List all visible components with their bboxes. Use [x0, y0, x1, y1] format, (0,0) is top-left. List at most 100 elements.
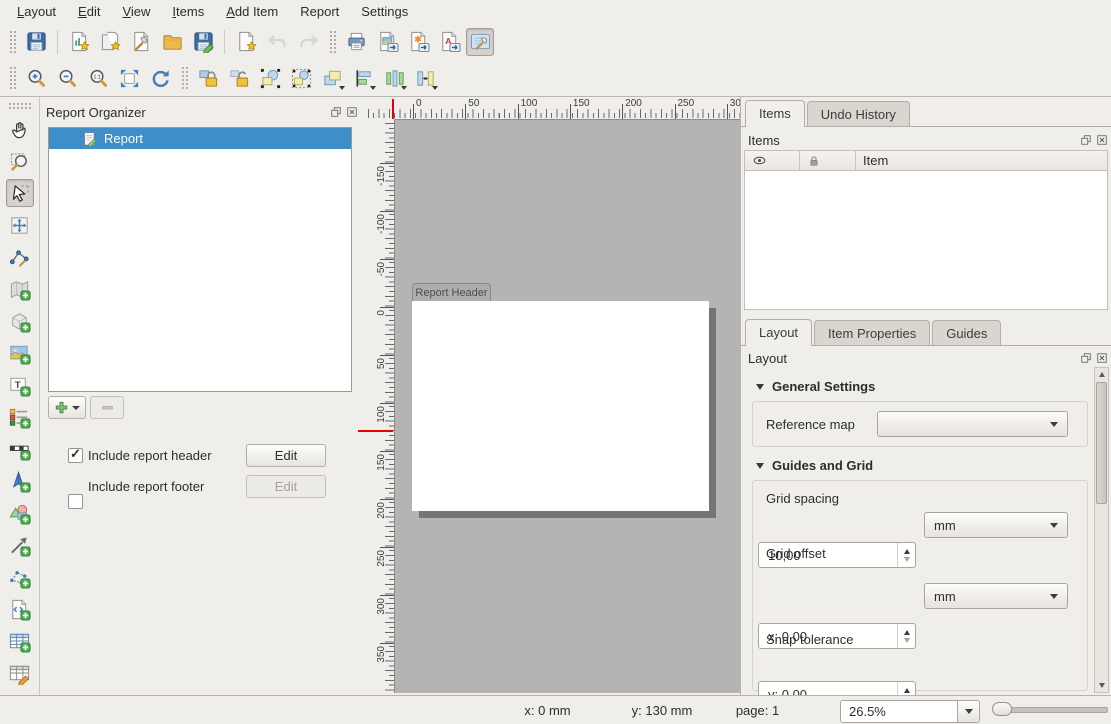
ruler-tick — [413, 104, 414, 119]
scroll-up-arrow[interactable] — [1095, 368, 1108, 381]
tab-undo-history[interactable]: Undo History — [807, 101, 910, 126]
add-legend-button[interactable] — [6, 403, 34, 431]
report-tree[interactable]: Report — [48, 127, 352, 392]
pan-layout-button[interactable] — [6, 115, 34, 143]
add-3d-map-button[interactable] — [6, 307, 34, 335]
distribute-items-button[interactable] — [380, 64, 408, 92]
tab-layout[interactable]: Layout — [745, 319, 812, 346]
report-page[interactable] — [412, 301, 709, 511]
zoom-in-button[interactable] — [22, 64, 50, 92]
add-label-button[interactable]: T — [6, 371, 34, 399]
add-arrow-button[interactable] — [6, 531, 34, 559]
print-button[interactable] — [342, 28, 370, 56]
spin-arrows[interactable] — [897, 624, 915, 648]
save-as-template-button[interactable] — [189, 28, 217, 56]
refresh-view-button[interactable] — [146, 64, 174, 92]
close-panel-icon[interactable] — [1095, 134, 1108, 147]
edit-header-button[interactable]: Edit — [246, 444, 326, 467]
zoom-combo-dropdown-button[interactable] — [957, 701, 979, 722]
export-as-svg-button[interactable] — [404, 28, 432, 56]
float-panel-icon[interactable] — [1079, 134, 1092, 147]
menu-settings[interactable]: Settings — [350, 1, 419, 22]
toolbar-grip[interactable] — [328, 29, 336, 55]
zoom-level-combo[interactable]: 26.5% — [840, 700, 980, 723]
edit-nodes-item-button[interactable] — [6, 243, 34, 271]
add-north-arrow-button[interactable] — [6, 467, 34, 495]
open-template-button[interactable] — [158, 28, 186, 56]
close-panel-icon[interactable] — [1095, 352, 1108, 365]
zoom-full-button[interactable] — [115, 64, 143, 92]
export-as-image-button[interactable] — [373, 28, 401, 56]
add-attribute-table-button[interactable] — [6, 627, 34, 655]
scroll-down-arrow[interactable] — [1095, 679, 1108, 692]
tree-row-report[interactable]: Report — [49, 128, 351, 149]
ungroup-items-button[interactable] — [287, 64, 315, 92]
layout-panel-scrollbar[interactable] — [1094, 367, 1109, 693]
move-item-content-button[interactable] — [6, 211, 34, 239]
spin-arrows[interactable] — [897, 543, 915, 567]
export-as-pdf-button[interactable]: A — [435, 28, 463, 56]
group-items-button[interactable] — [256, 64, 284, 92]
float-panel-icon[interactable] — [1079, 352, 1092, 365]
toolbar-grip[interactable] — [180, 65, 188, 91]
ruler-tick — [675, 104, 676, 119]
zoom-slider-handle[interactable] — [992, 702, 1012, 716]
layout-panel-titlebar: Layout — [748, 348, 1108, 368]
grid-offset-unit-combo[interactable]: mm — [924, 583, 1068, 609]
items-table-body[interactable] — [744, 171, 1108, 310]
zoom-out-button[interactable] — [53, 64, 81, 92]
unlock-all-items-button[interactable] — [225, 64, 253, 92]
add-picture-button[interactable] — [6, 339, 34, 367]
include-report-header-checkbox[interactable] — [68, 448, 83, 463]
eye-icon — [752, 153, 767, 168]
menu-items[interactable]: Items — [161, 1, 215, 22]
toolbar-grip[interactable] — [8, 29, 16, 55]
add-shape-button[interactable] — [6, 499, 34, 527]
new-report-button[interactable] — [65, 28, 93, 56]
menu-report[interactable]: Report — [289, 1, 350, 22]
ruler-tick — [727, 104, 728, 119]
grid-spacing-unit-combo[interactable]: mm — [924, 512, 1068, 538]
report-settings-button[interactable] — [466, 28, 494, 56]
report-header-section-tab: Report Header — [412, 283, 491, 301]
guides-grid-section[interactable]: Guides and Grid — [756, 458, 873, 473]
tab-item-properties[interactable]: Item Properties — [814, 320, 930, 345]
add-fixed-table-button[interactable] — [6, 659, 34, 687]
item-column-header: Item — [856, 151, 1107, 170]
menu-layout[interactable]: Layout — [6, 1, 67, 22]
close-panel-icon[interactable] — [345, 106, 358, 119]
menu-add-item[interactable]: Add Item — [215, 1, 289, 22]
tab-items[interactable]: Items — [745, 100, 805, 127]
ruler-tick — [380, 547, 394, 548]
add-map-button[interactable] — [6, 275, 34, 303]
zoom-actual-button[interactable]: 1:1 — [84, 64, 112, 92]
raise-items-button[interactable] — [318, 64, 346, 92]
resize-items-button[interactable] — [411, 64, 439, 92]
include-report-footer-checkbox[interactable] — [68, 494, 83, 509]
reference-map-combo[interactable] — [877, 411, 1068, 437]
toolbar-grip[interactable] — [7, 101, 33, 109]
report-item-icon — [82, 131, 98, 147]
align-items-button[interactable] — [349, 64, 377, 92]
duplicate-report-button[interactable] — [96, 28, 124, 56]
report-properties-button[interactable] — [127, 28, 155, 56]
float-panel-icon[interactable] — [329, 106, 342, 119]
lock-selected-items-button[interactable] — [194, 64, 222, 92]
add-scalebar-button[interactable] — [6, 435, 34, 463]
tab-guides[interactable]: Guides — [932, 320, 1001, 345]
menu-edit[interactable]: Edit — [67, 1, 111, 22]
add-items-from-template-button[interactable] — [232, 28, 260, 56]
ruler-tick — [570, 104, 571, 119]
select-move-item-button[interactable] — [6, 179, 34, 207]
chevron-down-icon — [1050, 594, 1058, 599]
scrollbar-thumb[interactable] — [1096, 382, 1107, 504]
save-project-button[interactable] — [22, 28, 50, 56]
add-html-button[interactable] — [6, 595, 34, 623]
add-node-item-button[interactable] — [6, 563, 34, 591]
menu-view[interactable]: View — [111, 1, 161, 22]
vertical-ruler: -150-100-50050100150200250300350 — [358, 119, 394, 693]
zoom-tool-button[interactable] — [6, 147, 34, 175]
general-settings-section[interactable]: General Settings — [756, 379, 875, 394]
toolbar-grip[interactable] — [8, 65, 16, 91]
add-section-button[interactable] — [48, 396, 86, 419]
